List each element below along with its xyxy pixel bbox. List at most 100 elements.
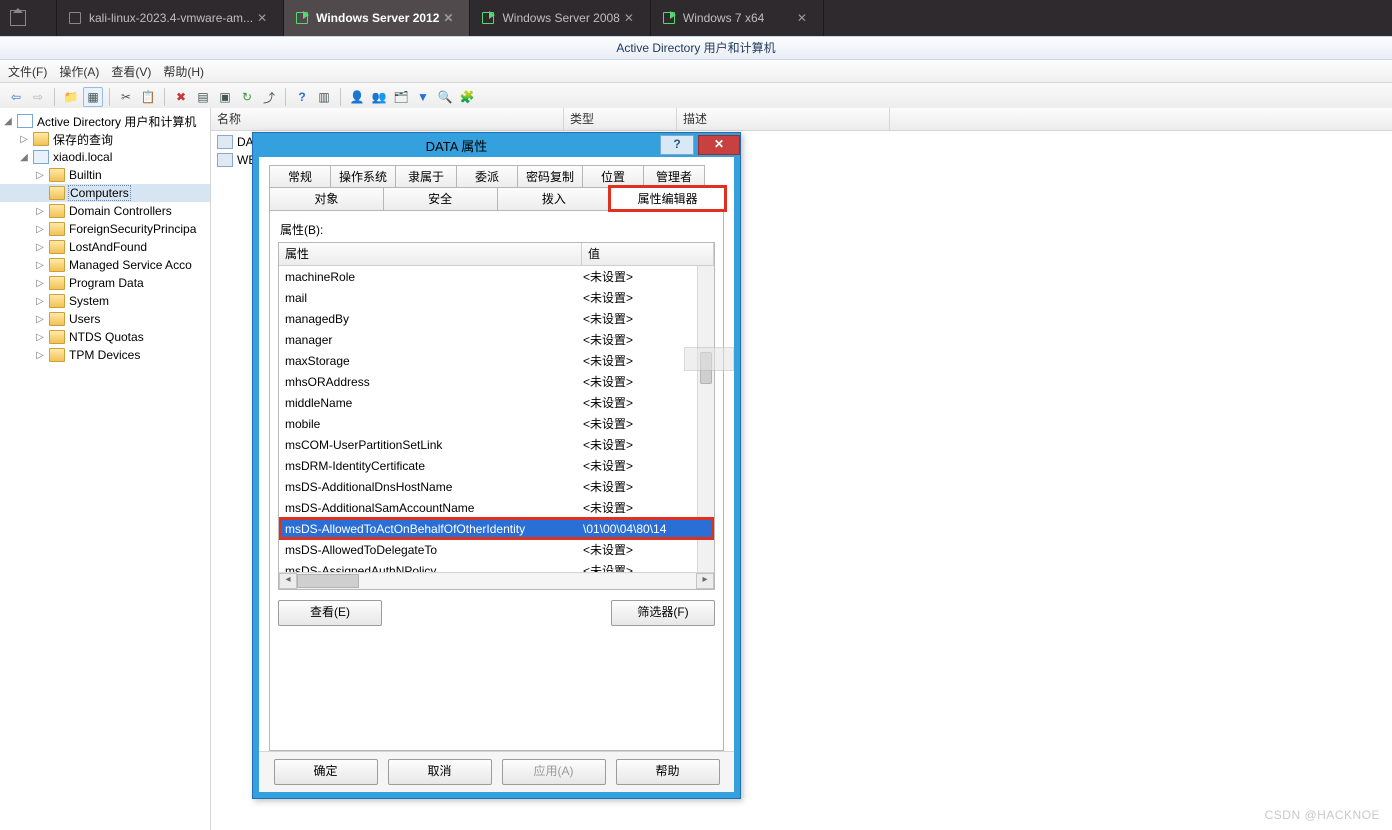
navigation-tree[interactable]: ◢ Active Directory 用户和计算机 ▷保存的查询◢xiaodi.… (0, 108, 211, 830)
tree-item[interactable]: Computers (0, 184, 210, 202)
more-icon[interactable]: 🧩 (457, 87, 477, 107)
filter-button[interactable]: 筛选器(F) (611, 600, 715, 626)
ok-button[interactable]: 确定 (274, 759, 378, 785)
scroll-right-icon[interactable]: ▸ (696, 573, 714, 589)
twisty-icon[interactable]: ▷ (34, 242, 46, 253)
attribute-row[interactable]: msDRM-IdentityCertificate<未设置> (279, 455, 714, 476)
scroll-thumb[interactable] (297, 574, 359, 588)
tree-item[interactable]: ▷ForeignSecurityPrincipa (0, 220, 210, 238)
cancel-button[interactable]: 取消 (388, 759, 492, 785)
close-icon[interactable]: ✕ (793, 11, 811, 25)
attribute-row[interactable]: msDS-AllowedToDelegateTo<未设置> (279, 539, 714, 560)
menu-item[interactable]: 文件(F) (8, 63, 47, 80)
dialog-tab[interactable]: 对象 (269, 187, 384, 210)
twisty-icon[interactable]: ▷ (34, 350, 46, 361)
dialog-close-button[interactable]: ✕ (698, 135, 740, 155)
filter-icon[interactable]: ▼ (413, 87, 433, 107)
find-icon[interactable]: 🔍 (435, 87, 455, 107)
tree-item[interactable]: ▷Builtin (0, 166, 210, 184)
tree-item[interactable]: ◢xiaodi.local (0, 148, 210, 166)
twisty-icon[interactable]: ▷ (18, 134, 30, 145)
twisty-icon[interactable]: ▷ (34, 260, 46, 271)
menu-item[interactable]: 帮助(H) (163, 63, 204, 80)
tree-item[interactable]: ▷TPM Devices (0, 346, 210, 364)
dialog-titlebar[interactable]: DATA 属性 ? ✕ (253, 133, 740, 157)
attribute-row[interactable]: mhsORAddress<未设置> (279, 371, 714, 392)
twisty-icon[interactable]: ◢ (2, 116, 14, 127)
cut-icon[interactable]: ✂ (116, 87, 136, 107)
scroll-left-icon[interactable]: ◂ (279, 573, 297, 589)
export-list-icon[interactable]: ⤴ (259, 87, 279, 107)
twisty-icon[interactable]: ◢ (18, 152, 30, 163)
attribute-row[interactable]: msDS-AdditionalSamAccountName<未设置> (279, 497, 714, 518)
horizontal-scrollbar[interactable]: ◂ ▸ (279, 572, 714, 589)
twisty-icon[interactable]: ▷ (34, 224, 46, 235)
attribute-row[interactable]: maxStorage<未设置> (279, 350, 714, 371)
attribute-row[interactable]: manager<未设置> (279, 329, 714, 350)
schedule-icon[interactable]: ▥ (314, 87, 334, 107)
menu-item[interactable]: 查看(V) (111, 63, 151, 80)
view-button[interactable]: 查看(E) (278, 600, 382, 626)
tree-root[interactable]: ◢ Active Directory 用户和计算机 (0, 112, 210, 130)
attribute-row[interactable]: machineRole<未设置> (279, 266, 714, 287)
tree-item[interactable]: ▷保存的查询 (0, 130, 210, 148)
tree-item[interactable]: ▷System (0, 292, 210, 310)
list-column-header[interactable]: 类型 (564, 108, 677, 130)
attr-col-name[interactable]: 属性 (279, 243, 582, 265)
tree-item[interactable]: ▷Domain Controllers (0, 202, 210, 220)
twisty-icon[interactable]: ▷ (34, 314, 46, 325)
dialog-tab[interactable]: 位置 (582, 165, 644, 188)
twisty-icon[interactable]: ▷ (34, 206, 46, 217)
dialog-help-button[interactable]: ? (660, 135, 694, 155)
copy-icon[interactable]: 📋 (138, 87, 158, 107)
list-column-header[interactable]: 描述 (677, 108, 890, 130)
nav-forward-icon[interactable]: ⇨ (28, 87, 48, 107)
twisty-icon[interactable]: ▷ (34, 332, 46, 343)
vmware-tab[interactable]: Windows Server 2012✕ (284, 0, 470, 36)
attr-col-value[interactable]: 值 (582, 243, 714, 265)
attribute-row[interactable]: msDS-AllowedToActOnBehalfOfOtherIdentity… (279, 518, 714, 539)
refresh-icon[interactable]: ▣ (215, 87, 235, 107)
attribute-row[interactable]: mail<未设置> (279, 287, 714, 308)
help-button[interactable]: 帮助 (616, 759, 720, 785)
tree-item[interactable]: ▷Managed Service Acco (0, 256, 210, 274)
properties-icon[interactable]: ▤ (193, 87, 213, 107)
vmware-tab[interactable]: kali-linux-2023.4-vmware-am...✕ (57, 0, 284, 36)
dialog-tab[interactable]: 常规 (269, 165, 331, 188)
close-icon[interactable]: ✕ (253, 11, 271, 25)
folder-up-icon[interactable]: 📁 (61, 87, 81, 107)
ou-icon[interactable]: 🗂 (391, 87, 411, 107)
tree-item[interactable]: ▷LostAndFound (0, 238, 210, 256)
attribute-row[interactable]: managedBy<未设置> (279, 308, 714, 329)
tree-item[interactable]: ▷Program Data (0, 274, 210, 292)
dialog-tab[interactable]: 密码复制 (517, 165, 583, 188)
attribute-table[interactable]: 属性 值 machineRole<未设置>mail<未设置>managedBy<… (278, 242, 715, 590)
attribute-row[interactable]: mobile<未设置> (279, 413, 714, 434)
close-icon[interactable]: ✕ (439, 11, 457, 25)
refresh2-icon[interactable]: ↻ (237, 87, 257, 107)
dialog-tab[interactable]: 管理者 (643, 165, 705, 188)
vmware-home-tab[interactable] (0, 0, 57, 36)
vmware-tab[interactable]: Windows Server 2008✕ (470, 0, 650, 36)
vmware-tab[interactable]: Windows 7 x64✕ (651, 0, 824, 36)
add-user-icon[interactable]: 👥 (369, 87, 389, 107)
dialog-tab[interactable]: 操作系统 (330, 165, 396, 188)
dialog-tab[interactable]: 安全 (383, 187, 498, 210)
dialog-tab[interactable]: 拨入 (497, 187, 612, 210)
twisty-icon[interactable]: ▷ (34, 296, 46, 307)
nav-back-icon[interactable]: ⇦ (6, 87, 26, 107)
attribute-row[interactable]: middleName<未设置> (279, 392, 714, 413)
grid-view-icon[interactable]: ▦ (83, 87, 103, 107)
attribute-row[interactable]: msCOM-UserPartitionSetLink<未设置> (279, 434, 714, 455)
tree-item[interactable]: ▷NTDS Quotas (0, 328, 210, 346)
list-column-header[interactable]: 名称 (211, 108, 564, 130)
delete-icon[interactable]: ✖ (171, 87, 191, 107)
attribute-row[interactable]: msDS-AdditionalDnsHostName<未设置> (279, 476, 714, 497)
dialog-tab[interactable]: 委派 (456, 165, 518, 188)
dialog-tab[interactable]: 属性编辑器 (610, 187, 725, 210)
help-icon[interactable]: ? (292, 87, 312, 107)
attribute-row[interactable]: msDS-AssignedAuthNPolicy<未设置> (279, 560, 714, 572)
twisty-icon[interactable]: ▷ (34, 278, 46, 289)
user-icon[interactable]: 👤 (347, 87, 367, 107)
tree-item[interactable]: ▷Users (0, 310, 210, 328)
